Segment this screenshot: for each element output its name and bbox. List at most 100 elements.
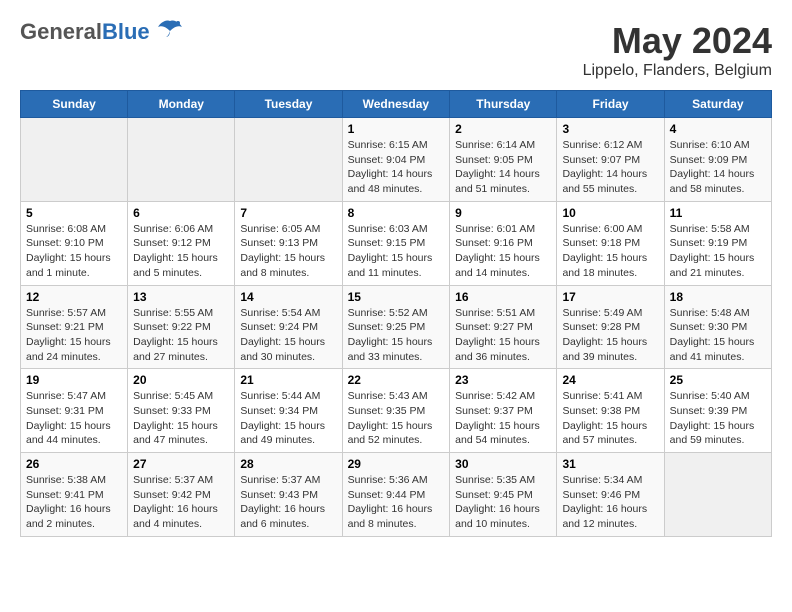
calendar-cell: 15 Sunrise: 5:52 AM Sunset: 9:25 PM Dayli… [342,285,450,369]
logo-blue: Blue [102,19,150,44]
calendar-week-row: 5Sunrise: 6:08 AM Sunset: 9:10 PM Daylig… [21,201,772,285]
calendar-cell: 13Sunrise: 5:55 AM Sunset: 9:22 PM Dayli… [128,285,235,369]
day-of-week-header: Monday [128,91,235,118]
day-number: 17 [562,290,658,304]
day-number: 15 [348,290,445,304]
day-info: Sunrise: 5:55 AM Sunset: 9:22 PM Dayligh… [133,306,229,365]
day-info: Sunrise: 6:00 AM Sunset: 9:18 PM Dayligh… [562,222,658,281]
calendar-cell: 27 Sunrise: 5:37 AM Sunset: 9:42 PM Dayli… [128,453,235,537]
calendar-cell: 2 Sunrise: 6:14 AM Sunset: 9:05 PM Daylig… [450,118,557,202]
day-info: Sunrise: 6:06 AM Sunset: 9:12 PM Dayligh… [133,222,229,281]
day-number: 10 [562,206,658,220]
day-number: 1 [348,122,445,136]
day-number: 22 [348,373,445,387]
calendar-cell: 12 Sunrise: 5:57 AM Sunset: 9:21 PM Dayli… [21,285,128,369]
calendar-cell: 17Sunrise: 5:49 AM Sunset: 9:28 PM Dayli… [557,285,664,369]
page-header: GeneralBlue May 2024 Lippelo, Flanders, … [20,20,772,80]
day-number: 30 [455,457,551,471]
calendar-week-row: 12 Sunrise: 5:57 AM Sunset: 9:21 PM Dayli… [21,285,772,369]
day-info: Sunrise: 5:44 AM Sunset: 9:34 PM Dayligh… [240,389,336,448]
day-number: 25 [670,373,766,387]
day-info: Sunrise: 5:51 AM Sunset: 9:27 PM Dayligh… [455,306,551,365]
calendar-cell: 25 Sunrise: 5:40 AM Sunset: 9:39 PM Dayli… [664,369,771,453]
day-info: Sunrise: 5:37 AM Sunset: 9:42 PM Dayligh… [133,473,229,532]
logo-bird-icon [156,17,184,39]
day-number: 29 [348,457,445,471]
day-number: 21 [240,373,336,387]
day-number: 31 [562,457,658,471]
calendar-cell [664,453,771,537]
day-number: 2 [455,122,551,136]
day-info: Sunrise: 6:05 AM Sunset: 9:13 PM Dayligh… [240,222,336,281]
calendar-cell: 10 Sunrise: 6:00 AM Sunset: 9:18 PM Dayli… [557,201,664,285]
calendar-cell: 21 Sunrise: 5:44 AM Sunset: 9:34 PM Dayli… [235,369,342,453]
day-number: 3 [562,122,658,136]
day-number: 16 [455,290,551,304]
calendar-cell [128,118,235,202]
calendar-table: SundayMondayTuesdayWednesdayThursdayFrid… [20,90,772,537]
day-info: Sunrise: 6:03 AM Sunset: 9:15 PM Dayligh… [348,222,445,281]
logo-general: General [20,19,102,44]
day-info: Sunrise: 6:08 AM Sunset: 9:10 PM Dayligh… [26,222,122,281]
calendar-cell: 16 Sunrise: 5:51 AM Sunset: 9:27 PM Dayli… [450,285,557,369]
calendar-cell [21,118,128,202]
day-number: 7 [240,206,336,220]
calendar-cell: 19 Sunrise: 5:47 AM Sunset: 9:31 PM Dayli… [21,369,128,453]
day-info: Sunrise: 5:41 AM Sunset: 9:38 PM Dayligh… [562,389,658,448]
day-info: Sunrise: 5:35 AM Sunset: 9:45 PM Dayligh… [455,473,551,532]
calendar-cell: 9Sunrise: 6:01 AM Sunset: 9:16 PM Daylig… [450,201,557,285]
day-info: Sunrise: 5:36 AM Sunset: 9:44 PM Dayligh… [348,473,445,532]
calendar-week-row: 19 Sunrise: 5:47 AM Sunset: 9:31 PM Dayli… [21,369,772,453]
day-info: Sunrise: 5:45 AM Sunset: 9:33 PM Dayligh… [133,389,229,448]
day-number: 26 [26,457,122,471]
day-info: Sunrise: 5:48 AM Sunset: 9:30 PM Dayligh… [670,306,766,365]
calendar-cell: 8 Sunrise: 6:03 AM Sunset: 9:15 PM Daylig… [342,201,450,285]
calendar-cell: 18 Sunrise: 5:48 AM Sunset: 9:30 PM Dayli… [664,285,771,369]
calendar-cell: 20 Sunrise: 5:45 AM Sunset: 9:33 PM Dayli… [128,369,235,453]
day-info: Sunrise: 6:15 AM Sunset: 9:04 PM Dayligh… [348,138,445,197]
day-info: Sunrise: 5:57 AM Sunset: 9:21 PM Dayligh… [26,306,122,365]
calendar-cell: 11Sunrise: 5:58 AM Sunset: 9:19 PM Dayli… [664,201,771,285]
day-number: 23 [455,373,551,387]
day-number: 12 [26,290,122,304]
logo: GeneralBlue [20,20,184,44]
day-number: 24 [562,373,658,387]
calendar-cell: 4 Sunrise: 6:10 AM Sunset: 9:09 PM Daylig… [664,118,771,202]
day-info: Sunrise: 6:12 AM Sunset: 9:07 PM Dayligh… [562,138,658,197]
day-number: 4 [670,122,766,136]
day-info: Sunrise: 5:47 AM Sunset: 9:31 PM Dayligh… [26,389,122,448]
day-of-week-header: Tuesday [235,91,342,118]
day-info: Sunrise: 5:52 AM Sunset: 9:25 PM Dayligh… [348,306,445,365]
calendar-cell: 7 Sunrise: 6:05 AM Sunset: 9:13 PM Daylig… [235,201,342,285]
day-of-week-header: Friday [557,91,664,118]
day-info: Sunrise: 6:10 AM Sunset: 9:09 PM Dayligh… [670,138,766,197]
days-of-week-row: SundayMondayTuesdayWednesdayThursdayFrid… [21,91,772,118]
day-number: 11 [670,206,766,220]
page-title: May 2024 [583,20,772,62]
calendar-cell [235,118,342,202]
calendar-cell: 22 Sunrise: 5:43 AM Sunset: 9:35 PM Dayli… [342,369,450,453]
day-number: 18 [670,290,766,304]
calendar-cell: 29 Sunrise: 5:36 AM Sunset: 9:44 PM Dayli… [342,453,450,537]
day-number: 9 [455,206,551,220]
day-info: Sunrise: 5:40 AM Sunset: 9:39 PM Dayligh… [670,389,766,448]
day-number: 19 [26,373,122,387]
day-of-week-header: Thursday [450,91,557,118]
day-number: 28 [240,457,336,471]
calendar-header: SundayMondayTuesdayWednesdayThursdayFrid… [21,91,772,118]
day-info: Sunrise: 5:43 AM Sunset: 9:35 PM Dayligh… [348,389,445,448]
calendar-cell: 23Sunrise: 5:42 AM Sunset: 9:37 PM Dayli… [450,369,557,453]
calendar-cell: 28Sunrise: 5:37 AM Sunset: 9:43 PM Dayli… [235,453,342,537]
calendar-cell: 14Sunrise: 5:54 AM Sunset: 9:24 PM Dayli… [235,285,342,369]
day-number: 27 [133,457,229,471]
day-number: 6 [133,206,229,220]
calendar-cell: 30 Sunrise: 5:35 AM Sunset: 9:45 PM Dayli… [450,453,557,537]
day-of-week-header: Sunday [21,91,128,118]
day-info: Sunrise: 6:14 AM Sunset: 9:05 PM Dayligh… [455,138,551,197]
day-number: 14 [240,290,336,304]
calendar-cell: 6 Sunrise: 6:06 AM Sunset: 9:12 PM Daylig… [128,201,235,285]
day-number: 8 [348,206,445,220]
calendar-cell: 26Sunrise: 5:38 AM Sunset: 9:41 PM Dayli… [21,453,128,537]
calendar-cell: 3 Sunrise: 6:12 AM Sunset: 9:07 PM Daylig… [557,118,664,202]
day-number: 20 [133,373,229,387]
